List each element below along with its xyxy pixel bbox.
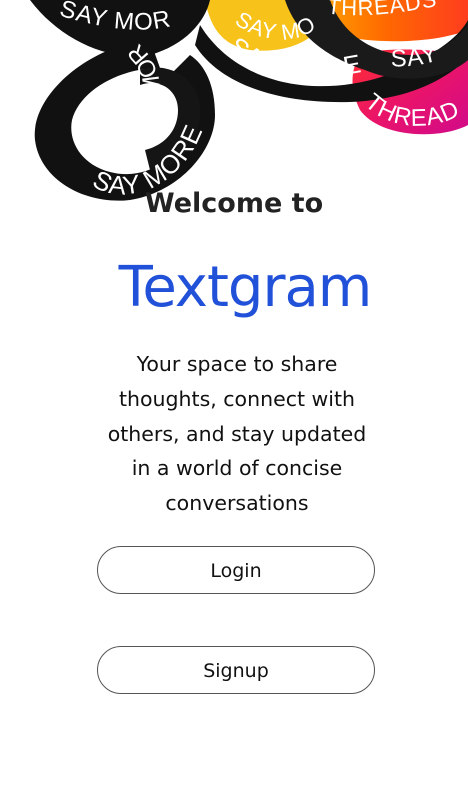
welcome-screen: SAY MORE SAY MORE SAY MORE SAY MORE THRE… [0,0,468,810]
signup-button[interactable]: Signup [97,646,375,694]
login-button[interactable]: Login [97,546,375,594]
app-title: Textgram [118,255,373,320]
app-tagline: Your space to share thoughts, connect wi… [107,352,367,516]
welcome-heading: Welcome to [144,188,324,219]
threads-ribbon-illustration: SAY MORE SAY MORE SAY MORE SAY MORE THRE… [0,0,468,201]
ribbon-label: SAY [391,40,441,73]
